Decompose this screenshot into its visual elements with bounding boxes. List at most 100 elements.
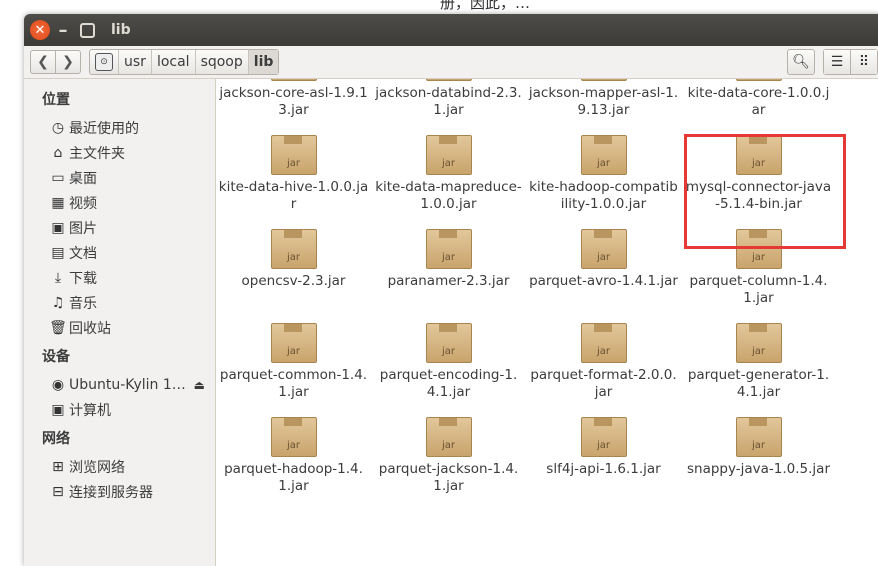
server-icon: ⊟ (52, 483, 64, 500)
file-name: parquet-common-1.4.1.jar (219, 367, 368, 400)
breadcrumb-root[interactable]: ⊙ (90, 50, 118, 74)
file-name: snappy-java-1.0.5.jar (687, 461, 830, 477)
file-item[interactable]: jar paranamer-2.3.jar (371, 229, 526, 323)
file-item[interactable]: jar jackson-mapper-asl-1.9.13.jar (526, 79, 681, 135)
sidebar-item-label: 下载 (69, 270, 97, 287)
file-name: slf4j-api-1.6.1.jar (546, 461, 661, 477)
file-item[interactable]: jar parquet-common-1.4.1.jar (216, 323, 371, 417)
minimize-icon[interactable]: – (54, 20, 72, 41)
file-item[interactable]: jar parquet-encoding-1.4.1.jar (371, 323, 526, 417)
trash-icon: 🗑︎ (49, 319, 67, 336)
sidebar-item-label: 桌面 (69, 170, 97, 187)
sidebar-item-label: 回收站 (69, 320, 111, 337)
file-item[interactable]: jar kite-data-core-1.0.0.jar (681, 79, 836, 135)
jar-icon-label: jar (596, 440, 611, 451)
file-item[interactable]: jar parquet-jackson-1.4.1.jar (371, 417, 526, 511)
forward-button[interactable]: ❯ (55, 51, 80, 73)
sidebar-item-label: 主文件夹 (69, 145, 125, 162)
sidebar-item[interactable]: ▤ 文档 (24, 240, 215, 265)
search-button[interactable]: 🔍︎ (787, 49, 815, 75)
grid-view-button[interactable]: ⠿ (850, 50, 877, 74)
sidebar-item[interactable]: ⤓ 下载 (24, 265, 215, 290)
desktop-icon: ▭ (51, 169, 65, 186)
jar-file-icon: jar (270, 229, 317, 269)
file-name: jackson-mapper-asl-1.9.13.jar (528, 85, 679, 118)
breadcrumb-sqoop[interactable]: sqoop (194, 50, 248, 74)
jar-file-icon: jar (580, 229, 627, 269)
jar-icon-label: jar (286, 346, 301, 357)
home-icon: ⌂ (53, 144, 63, 161)
eject-icon[interactable]: ⏏ (194, 378, 205, 392)
file-name: kite-data-hive-1.0.0.jar (218, 179, 369, 212)
close-icon[interactable]: ✕ (30, 20, 50, 40)
file-name: kite-hadoop-compatibility-1.0.0.jar (529, 179, 678, 212)
file-item[interactable]: jar parquet-generator-1.4.1.jar (681, 323, 836, 417)
jar-file-icon: jar (270, 323, 317, 363)
jar-icon-label: jar (596, 252, 611, 263)
jar-file-icon: jar (735, 79, 782, 81)
computer-icon: ▣ (51, 401, 65, 418)
jar-file-icon: jar (580, 79, 627, 81)
nav-buttons: ❮ ❯ (30, 50, 81, 74)
sidebar-item[interactable]: 🗑︎ 回收站 (24, 315, 215, 340)
jar-file-icon: jar (735, 323, 782, 363)
file-item[interactable]: jar parquet-hadoop-1.4.1.jar (216, 417, 371, 511)
jar-file-icon: jar (425, 323, 472, 363)
jar-icon-label: jar (596, 158, 611, 169)
sidebar-item[interactable]: ⊞ 浏览网络 (24, 454, 215, 479)
file-item[interactable]: jar kite-hadoop-compatibility-1.0.0.jar (526, 135, 681, 229)
jar-icon-label: jar (441, 346, 456, 357)
sidebar-heading: 网络 (42, 431, 70, 447)
sidebar-item[interactable]: ♫ 音乐 (24, 290, 215, 315)
jar-file-icon: jar (270, 79, 317, 81)
sidebar-item-label: 连接到服务器 (69, 484, 153, 501)
jar-icon-label: jar (751, 440, 766, 451)
file-item[interactable]: jar jackson-databind-2.3.1.jar (371, 79, 526, 135)
breadcrumb-local[interactable]: local (150, 50, 195, 74)
jar-file-icon: jar (580, 135, 627, 175)
sidebar-item[interactable]: ◷ 最近使用的 (24, 115, 215, 140)
jar-icon-label: jar (596, 346, 611, 357)
jar-icon-label: jar (441, 158, 456, 169)
back-button[interactable]: ❮ (31, 51, 55, 73)
list-view-button[interactable]: ☰ (824, 50, 850, 74)
file-item[interactable]: jar parquet-avro-1.4.1.jar (526, 229, 681, 323)
file-item[interactable]: jar snappy-java-1.0.5.jar (681, 417, 836, 511)
sidebar-item-label: 最近使用的 (69, 120, 139, 137)
disk-icon: ⊙ (95, 53, 113, 71)
file-item[interactable]: jar jackson-core-asl-1.9.13.jar (216, 79, 371, 135)
file-name: parquet-avro-1.4.1.jar (529, 273, 678, 289)
sidebar-item-label: 视频 (69, 195, 97, 212)
sidebar-item[interactable]: ▣ 图片 (24, 215, 215, 240)
sidebar-item[interactable]: ▭ 桌面 (24, 165, 215, 190)
file-item[interactable]: jar kite-data-mapreduce-1.0.0.jar (371, 135, 526, 229)
file-name: kite-data-mapreduce-1.0.0.jar (375, 179, 522, 212)
sidebar-item[interactable]: ⊟ 连接到服务器 (24, 479, 215, 504)
sidebar-item-label: 浏览网络 (69, 459, 125, 476)
breadcrumb-lib[interactable]: lib (247, 50, 279, 74)
file-name: parquet-generator-1.4.1.jar (687, 367, 830, 400)
file-item[interactable]: jar parquet-format-2.0.0.jar (526, 323, 681, 417)
sidebar-item[interactable]: ▣ 计算机 (24, 397, 215, 422)
network-icon: ⊞ (52, 458, 64, 475)
breadcrumb-usr[interactable]: usr (118, 50, 151, 74)
file-item[interactable]: jar kite-data-hive-1.0.0.jar (216, 135, 371, 229)
jar-file-icon: jar (735, 417, 782, 457)
sidebar-item-label: 图片 (69, 220, 97, 237)
file-item[interactable]: jar slf4j-api-1.6.1.jar (526, 417, 681, 511)
search-icon: 🔍︎ (792, 54, 810, 70)
jar-file-icon: jar (425, 417, 472, 457)
sidebar: 位置 ◷ 最近使用的 ⌂ 主文件夹 ▭ 桌面 ▦ 视频 ▣ 图片 ▤ 文档 ⤓ 下载 ♫ 音乐 🗑︎ 回收站 设备 ◉ U… (24, 79, 216, 566)
maximize-icon[interactable] (80, 22, 95, 38)
file-name: jackson-databind-2.3.1.jar (375, 85, 522, 118)
sidebar-item[interactable]: ◉ Ubuntu-Kylin 1… ⏏ (24, 372, 215, 397)
sidebar-item-label: 文档 (69, 245, 97, 262)
jar-file-icon: jar (270, 135, 317, 175)
jar-file-icon: jar (425, 135, 472, 175)
sidebar-heading: 位置 (42, 92, 70, 108)
sidebar-item[interactable]: ▦ 视频 (24, 190, 215, 215)
sidebar-item[interactable]: ⌂ 主文件夹 (24, 140, 215, 165)
background-text: 册，因此，… (440, 0, 531, 12)
file-item[interactable]: jar opencsv-2.3.jar (216, 229, 371, 323)
jar-icon-label: jar (751, 252, 766, 263)
